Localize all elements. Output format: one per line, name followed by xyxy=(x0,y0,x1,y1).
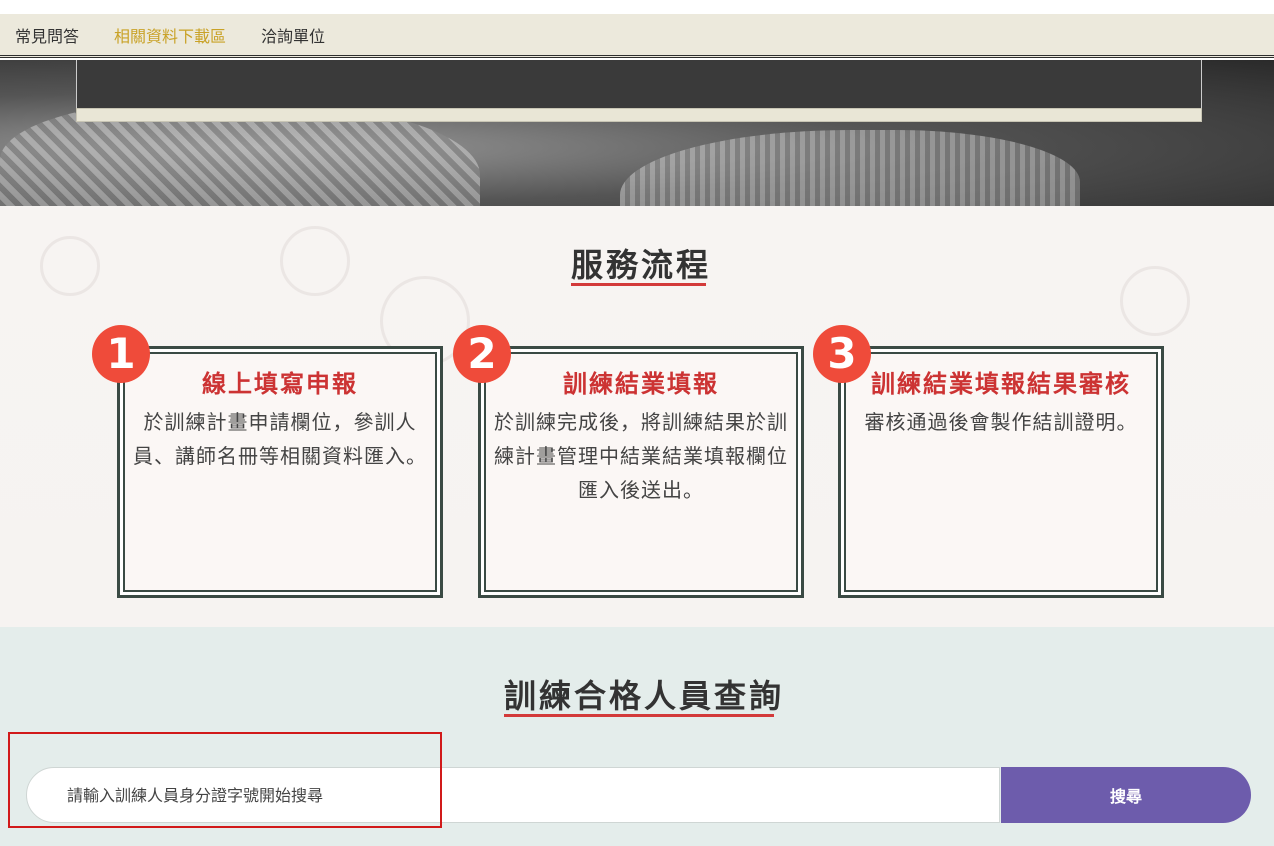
step-number-badge: 2 xyxy=(453,325,511,383)
nav-item-downloads[interactable]: 相關資料下載區 xyxy=(114,23,226,47)
step-card-3: 3 訓練結業填報結果審核 審核通過後會製作結訓證明。 xyxy=(813,325,1164,598)
step-card-1: 1 線上填寫申報 於訓練計畫申請欄位，參訓人員、講師名冊等相關資料匯入。 xyxy=(92,325,443,598)
step-number-badge: 3 xyxy=(813,325,871,383)
step-title: 訓練結業填報結果審核 xyxy=(871,370,1131,398)
step-title: 訓練結業填報 xyxy=(563,370,719,398)
top-nav: 常見問答 相關資料下載區 洽詢單位 xyxy=(0,14,1274,58)
qualified-personnel-query-section: 訓練合格人員查詢 搜尋 xyxy=(0,627,1274,846)
service-process-section: 服務流程 1 線上填寫申報 於訓練計畫申請欄位，參訓人員、講師名冊等相關資料匯入… xyxy=(0,206,1274,627)
step-number-badge: 1 xyxy=(92,325,150,383)
search-button[interactable]: 搜尋 xyxy=(1001,767,1251,823)
step-description: 審核通過後會製作結訓證明。 xyxy=(864,410,1138,434)
process-title-underline xyxy=(571,283,706,286)
hero-photo-shape xyxy=(620,130,1080,206)
background-link-icon xyxy=(1120,266,1190,336)
query-title-underline xyxy=(504,714,774,717)
id-search-input[interactable] xyxy=(26,767,1000,823)
step-title: 線上填寫申報 xyxy=(202,370,358,398)
hero-panel-bar xyxy=(76,108,1202,122)
query-title: 訓練合格人員查詢 xyxy=(504,677,785,715)
background-bulb-icon xyxy=(40,236,100,296)
step-description: 於訓練計畫申請欄位，參訓人員、講師名冊等相關資料匯入。 xyxy=(133,410,427,468)
hero-banner xyxy=(0,60,1274,206)
nav-item-faq[interactable]: 常見問答 xyxy=(15,23,79,47)
process-title: 服務流程 xyxy=(571,246,712,284)
step-card-2: 2 訓練結業填報 於訓練完成後，將訓練結果於訓練計畫管理中結業結業填報欄位匯入後… xyxy=(453,325,804,598)
nav-item-contact[interactable]: 洽詢單位 xyxy=(261,23,325,47)
step-description: 於訓練完成後，將訓練結果於訓練計畫管理中結業結業填報欄位匯入後送出。 xyxy=(494,410,788,502)
background-gear-icon xyxy=(280,226,350,296)
